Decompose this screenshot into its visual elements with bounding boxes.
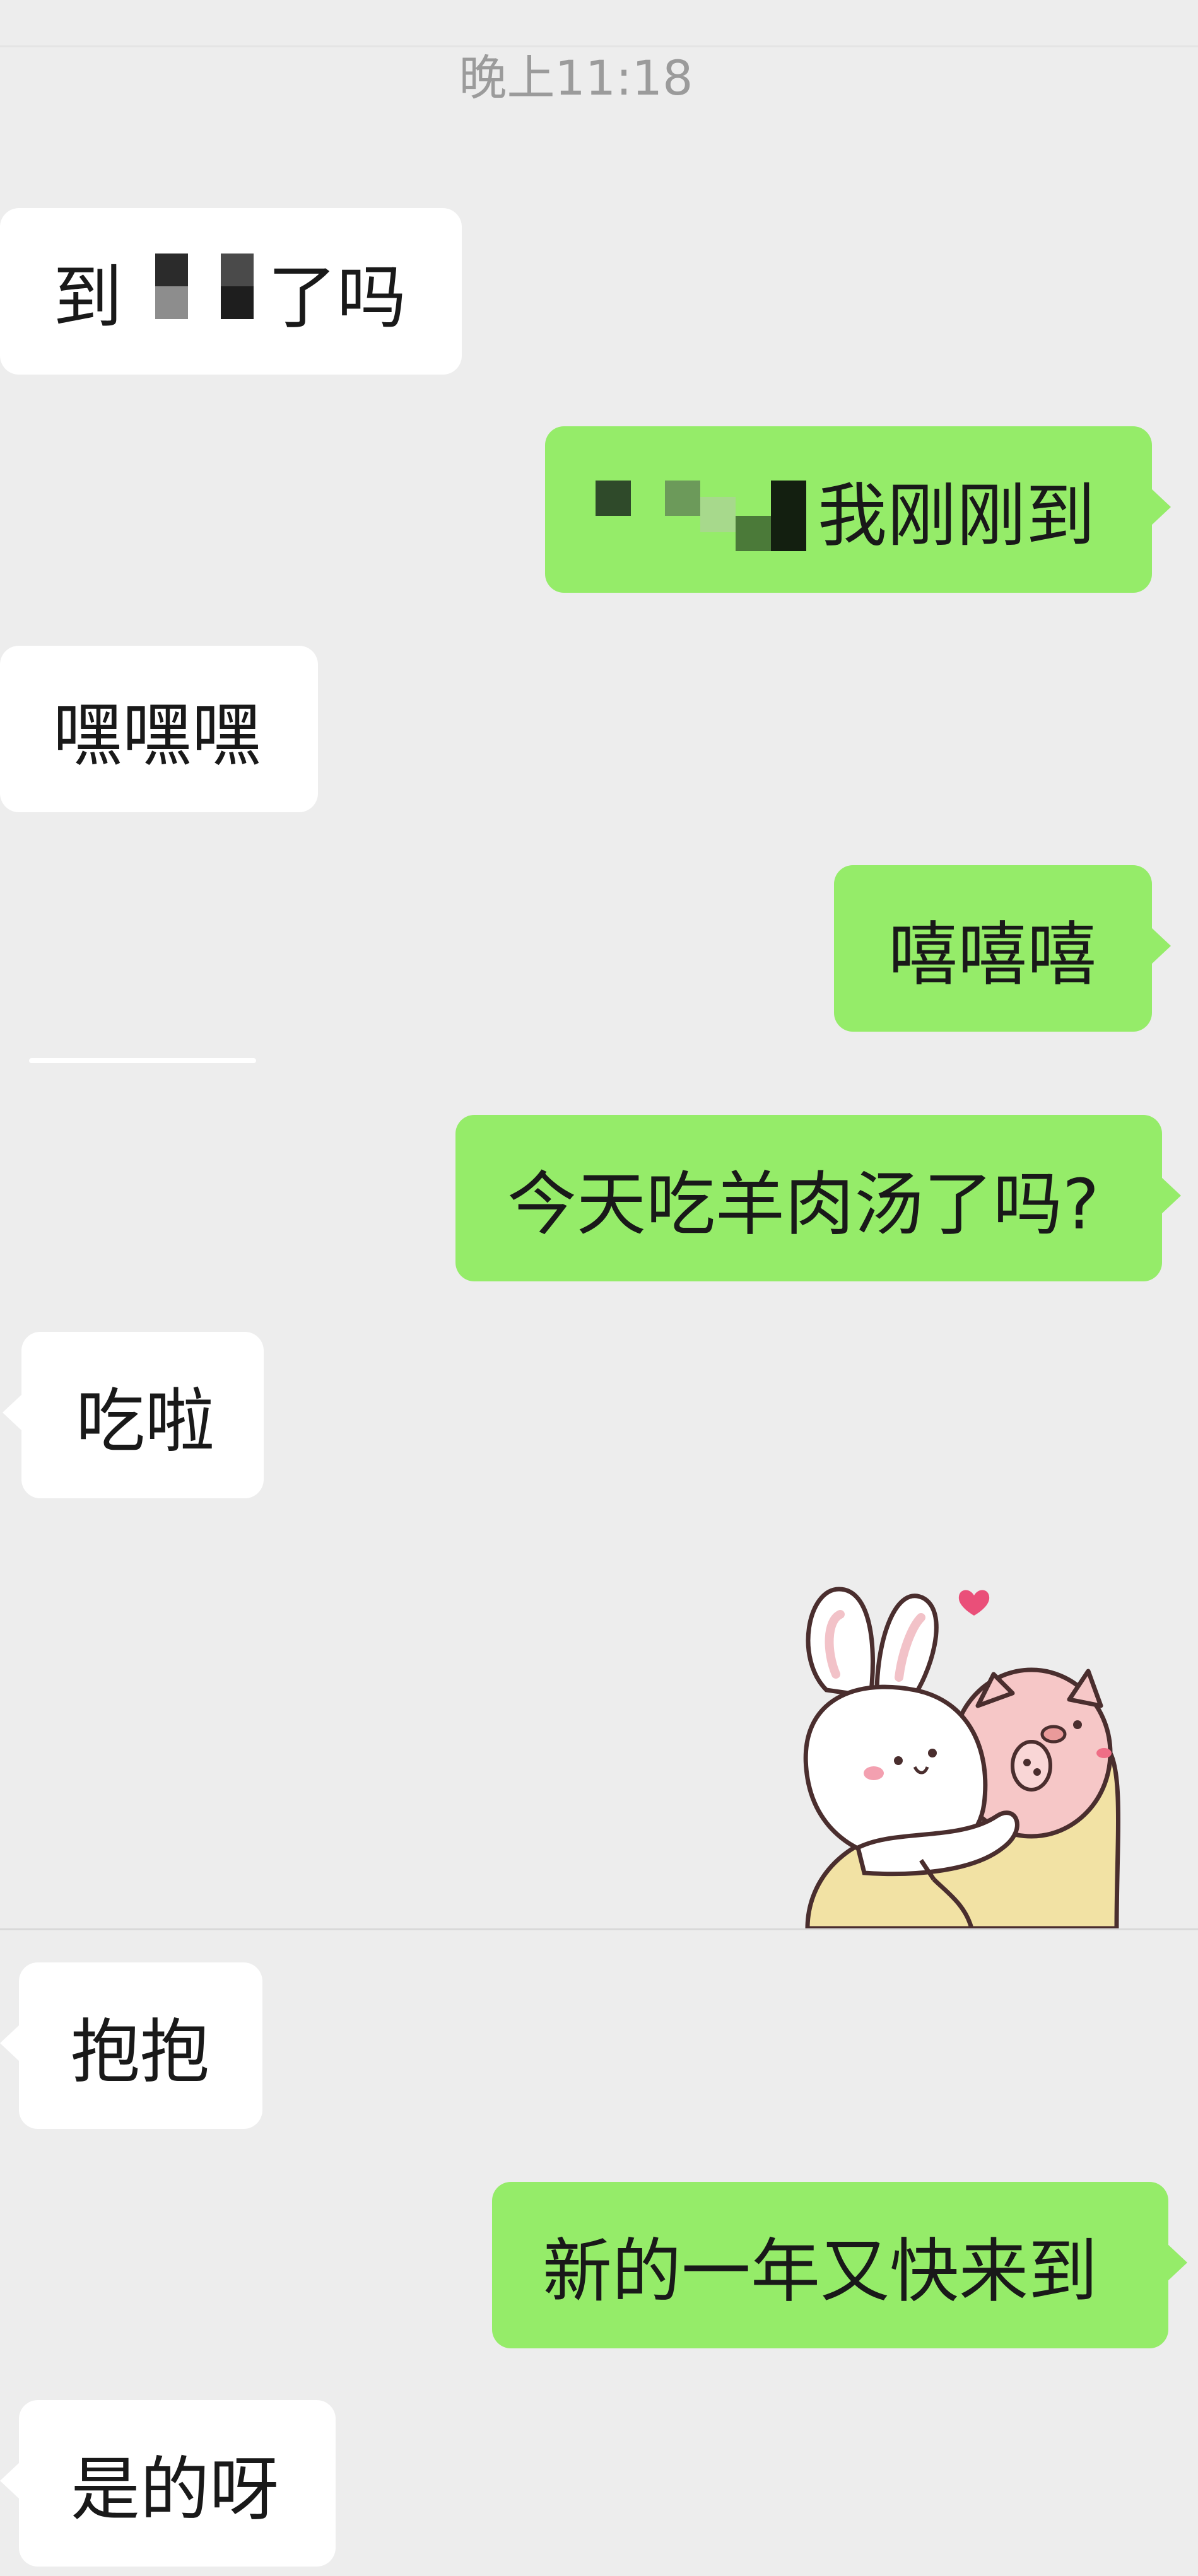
message-text: 嘿嘿嘿 bbox=[53, 695, 261, 776]
bunny-hugging-pig-sticker[interactable] bbox=[782, 1564, 1136, 1928]
bubble-tail bbox=[1167, 2244, 1187, 2282]
bubble-tail bbox=[1151, 927, 1171, 965]
bubble-tail bbox=[3, 1394, 23, 1431]
message-text: 是的呀 bbox=[71, 2449, 279, 2530]
message-bubble-incoming[interactable]: 到 了吗 bbox=[0, 208, 462, 375]
bubble-tail bbox=[0, 2024, 20, 2062]
divider-line bbox=[29, 1058, 256, 1063]
message-bubble-incoming[interactable]: 抱抱 bbox=[0, 1962, 262, 2129]
message-bubble-outgoing[interactable]: 新的一年又快来到 bbox=[492, 2182, 1187, 2348]
section-divider bbox=[0, 1928, 1198, 1930]
bubble-tail bbox=[1151, 488, 1171, 526]
message-text-before: 到 bbox=[53, 257, 122, 338]
message-bubble-outgoing[interactable]: 嘻嘻嘻 bbox=[834, 865, 1171, 1032]
message-bubble-outgoing[interactable]: 我刚刚到 bbox=[545, 426, 1171, 593]
message-timestamp: 晚上11:18 bbox=[459, 50, 693, 106]
bubble-tail bbox=[0, 2462, 20, 2500]
message-text: 嘻嘻嘻 bbox=[888, 914, 1096, 995]
message-text: 抱抱 bbox=[71, 2012, 209, 2092]
message-bubble-incoming[interactable]: 是的呀 bbox=[0, 2400, 336, 2567]
redacted-mosaic bbox=[589, 465, 818, 554]
message-bubble-incoming[interactable]: 嘿嘿嘿 bbox=[0, 646, 318, 812]
message-text: 今天吃羊肉汤了吗? bbox=[507, 1164, 1100, 1245]
message-bubble-outgoing[interactable]: 今天吃羊肉汤了吗? bbox=[455, 1115, 1181, 1281]
message-text-after: 了吗 bbox=[267, 257, 406, 338]
message-text: 吃啦 bbox=[76, 1381, 214, 1462]
bubble-tail bbox=[1161, 1177, 1181, 1215]
sticker-image bbox=[803, 1587, 1120, 1928]
message-text: 我刚刚到 bbox=[818, 475, 1095, 556]
redacted-mosaic bbox=[122, 247, 267, 335]
message-text: 新的一年又快来到 bbox=[543, 2231, 1098, 2312]
message-bubble-incoming[interactable]: 吃啦 bbox=[3, 1332, 264, 1498]
